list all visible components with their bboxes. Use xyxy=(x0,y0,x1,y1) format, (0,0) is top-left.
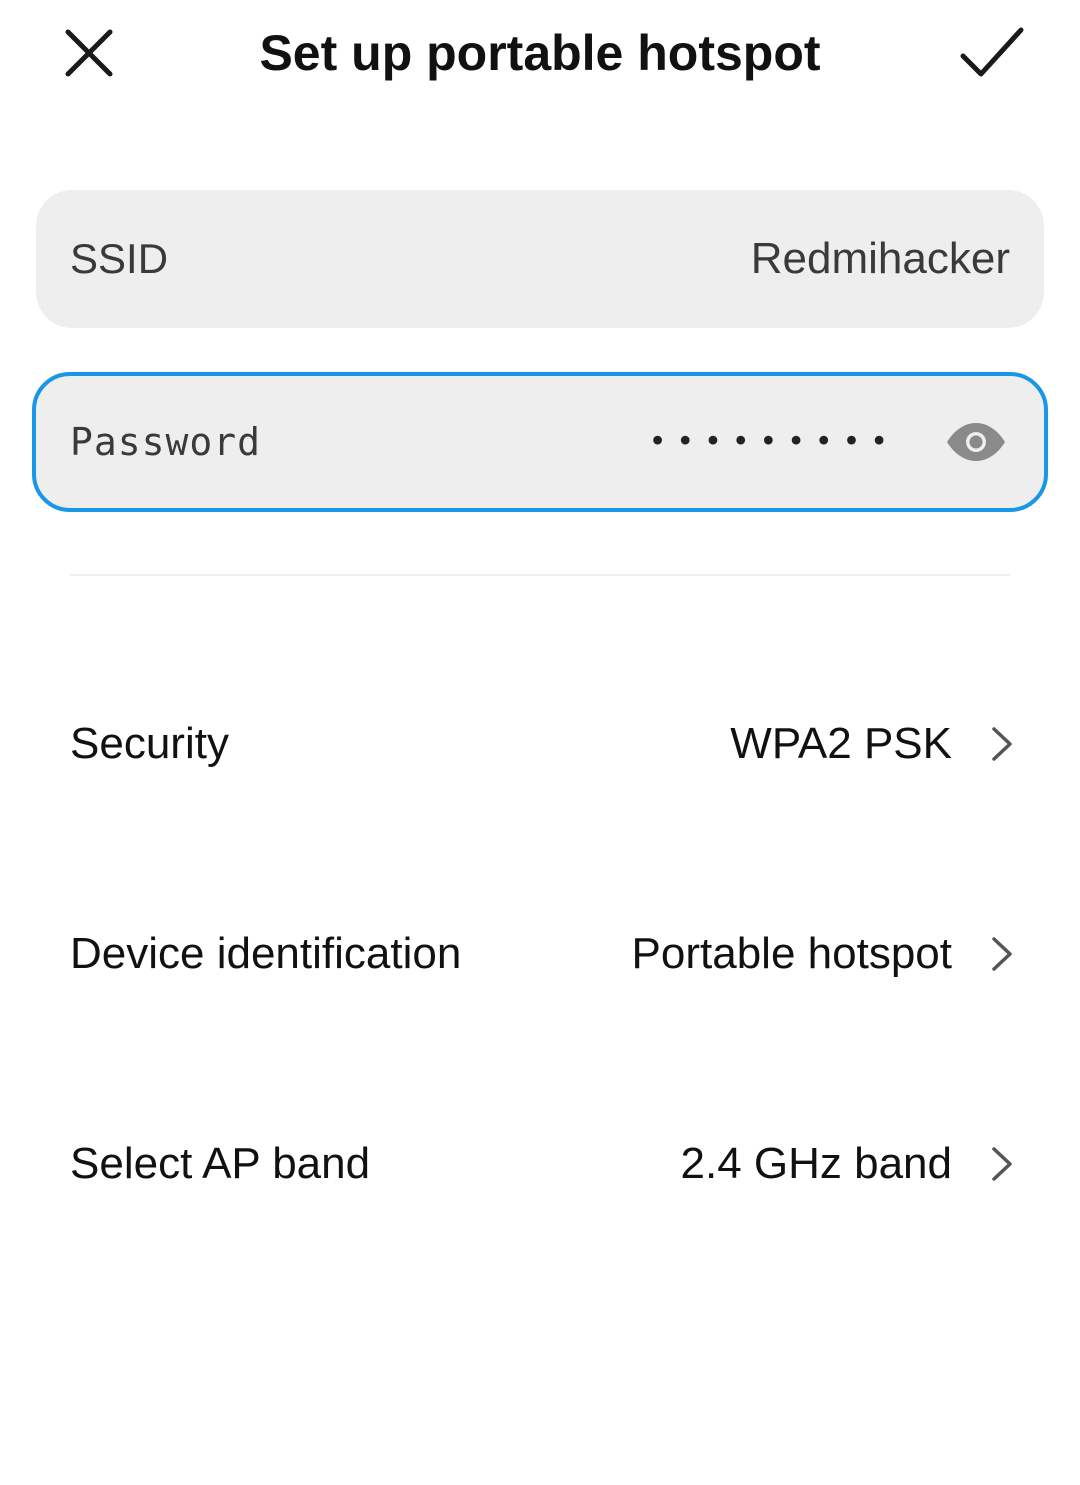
setting-label: Security xyxy=(70,719,229,768)
checkmark-icon xyxy=(960,27,1024,77)
setting-label: Select AP band xyxy=(70,1139,371,1188)
chevron-right-icon xyxy=(990,1146,1014,1182)
password-value[interactable]: ••••••••• xyxy=(649,425,898,460)
setting-value: 2.4 GHz band xyxy=(680,1139,953,1188)
setting-row-security[interactable]: Security WPA2 PSK xyxy=(0,654,1080,834)
setting-row-ap-band[interactable]: Select AP band 2.4 GHz band xyxy=(0,1074,1080,1254)
header: Set up portable hotspot xyxy=(0,0,1080,110)
password-field[interactable]: Password ••••••••• xyxy=(32,372,1048,512)
ssid-value[interactable]: Redmihacker xyxy=(751,234,1010,284)
confirm-button[interactable] xyxy=(952,18,1032,88)
page-title: Set up portable hotspot xyxy=(259,25,821,81)
setting-row-device-identification[interactable]: Device identification Portable hotspot xyxy=(0,864,1080,1044)
hotspot-setup-screen: Set up portable hotspot SSID Redmihacker… xyxy=(0,0,1080,1485)
ssid-field[interactable]: SSID Redmihacker xyxy=(36,190,1044,328)
chevron-right-icon xyxy=(990,936,1014,972)
setting-label: Device identification xyxy=(70,929,462,978)
chevron-right-icon xyxy=(990,726,1014,762)
setting-value: Portable hotspot xyxy=(631,929,952,978)
setting-value: WPA2 PSK xyxy=(730,719,952,768)
eye-icon xyxy=(947,423,1005,461)
divider xyxy=(70,574,1010,576)
ssid-label: SSID xyxy=(70,235,169,282)
show-password-toggle[interactable] xyxy=(944,419,1008,465)
password-label: Password xyxy=(70,420,262,464)
